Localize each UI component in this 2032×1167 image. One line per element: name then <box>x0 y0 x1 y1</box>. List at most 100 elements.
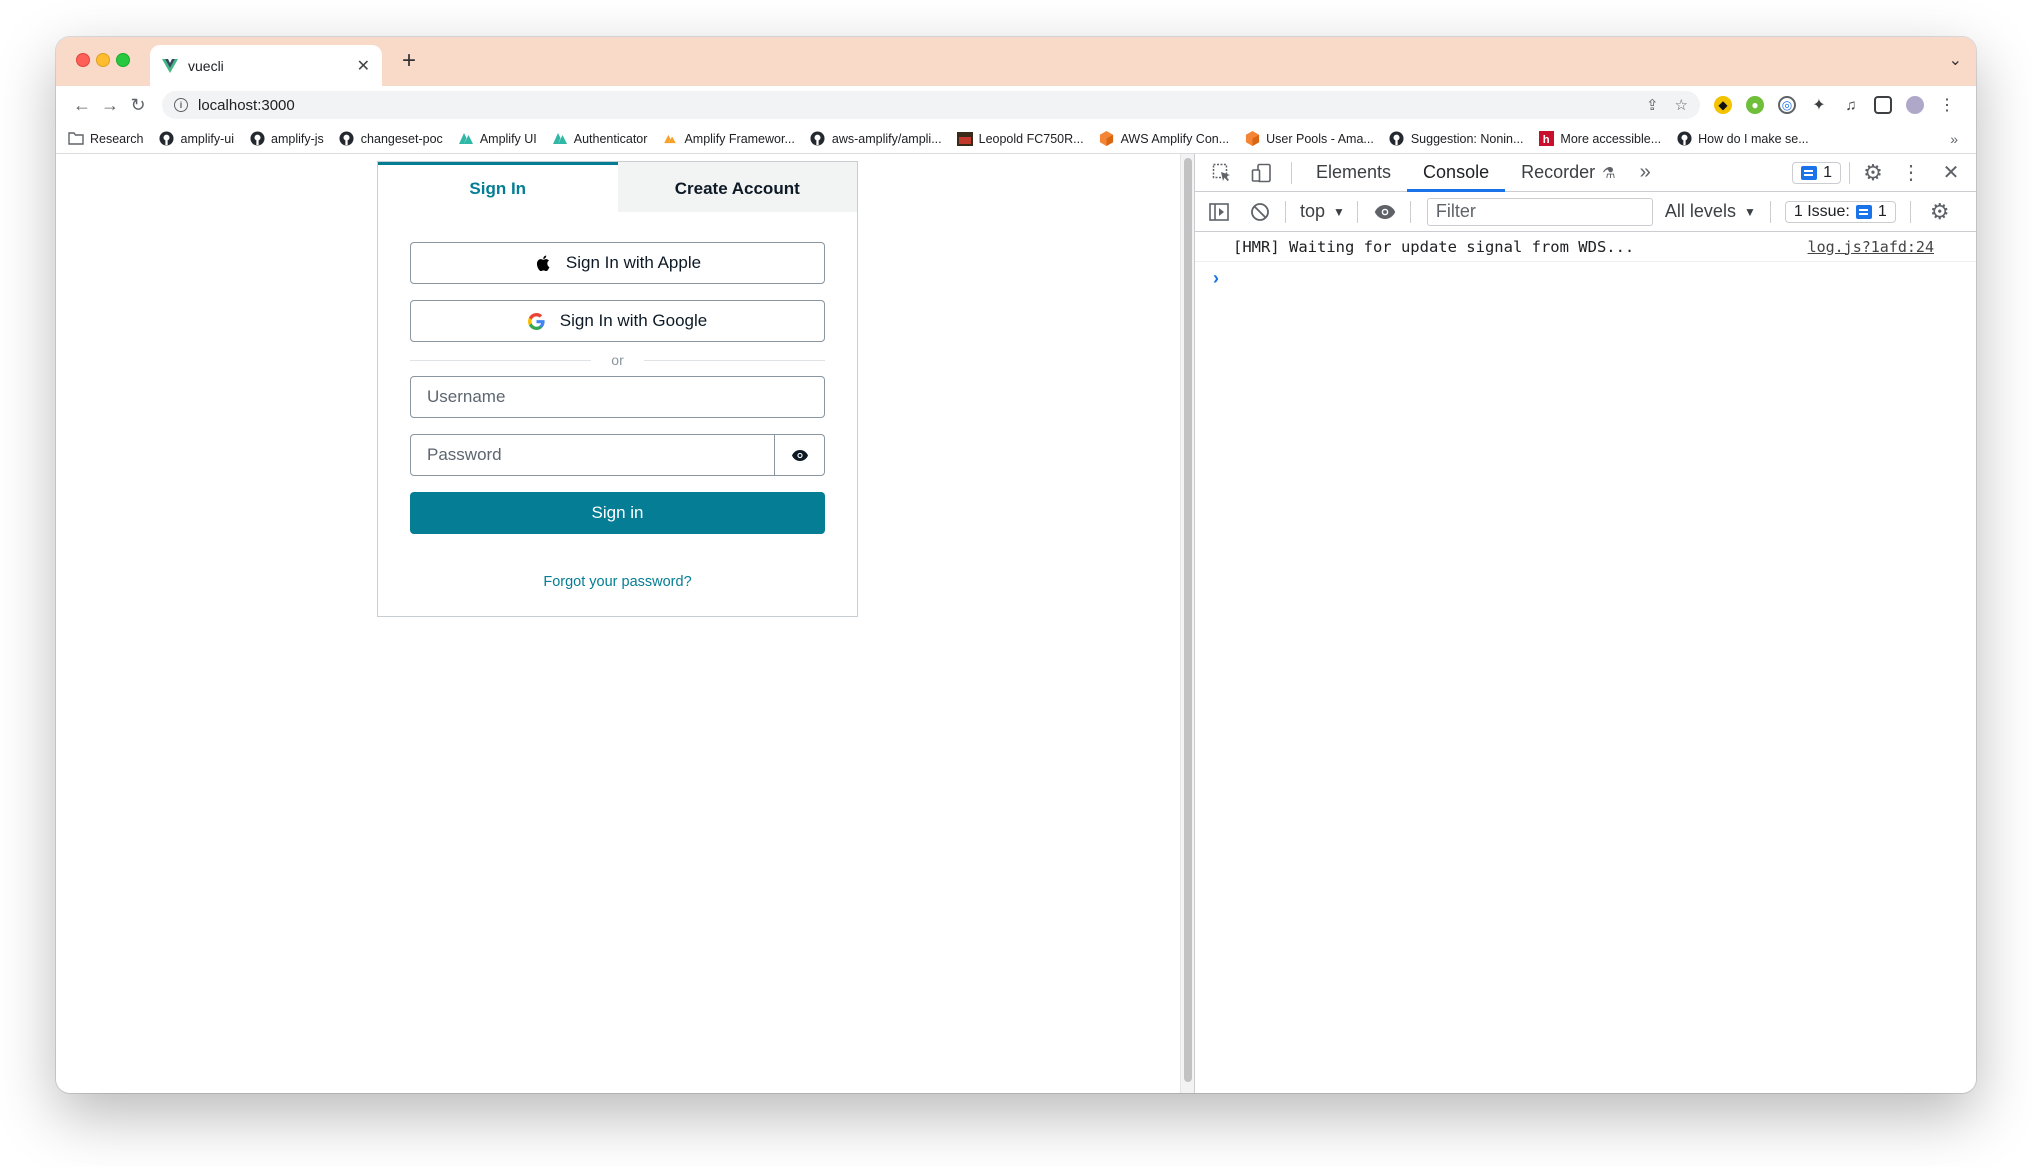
bookmark-label: Authenticator <box>573 131 648 146</box>
messages-badge[interactable]: 1 <box>1792 161 1841 184</box>
apple-button-label: Sign In with Apple <box>565 253 702 272</box>
context-value: top <box>1300 201 1326 221</box>
bookmark-item[interactable]: amplify-js <box>249 131 324 147</box>
toolbar-separator <box>1356 200 1358 223</box>
context-selector[interactable]: top ▼ <box>1300 201 1345 222</box>
device-toolbar-icon[interactable] <box>1249 163 1275 183</box>
vue-favicon-icon <box>162 58 178 73</box>
github-icon <box>1389 131 1405 147</box>
aws-cube-icon <box>1099 131 1115 147</box>
address-bar[interactable]: i localhost:3000 ⇪ ☆ <box>162 91 1700 119</box>
settings-gear-icon[interactable]: ⚙ <box>1858 160 1888 186</box>
content-area: Sign In Create Account Sign In with Appl… <box>56 154 1976 1093</box>
browser-tab[interactable]: vuecli ✕ <box>150 45 382 86</box>
web-page: Sign In Create Account Sign In with Appl… <box>56 154 1180 1093</box>
bookmark-label: Research <box>90 131 144 146</box>
sign-in-with-google-button[interactable]: Sign In with Google <box>410 300 825 342</box>
bookmark-item[interactable]: User Pools - Ama... <box>1244 131 1374 147</box>
filter-placeholder: Filter <box>1435 201 1476 221</box>
github-icon <box>1676 131 1692 147</box>
browser-menu-icon[interactable]: ⋮ <box>1938 96 1956 114</box>
bookmark-item[interactable]: Amplify Framewor... <box>662 131 795 147</box>
devtools-menu-icon[interactable]: ⋮ <box>1896 160 1926 185</box>
tab-recorder[interactable]: Recorder ⚗ <box>1505 154 1631 192</box>
forward-arrow-icon[interactable]: → <box>96 91 124 119</box>
console-prompt[interactable]: › <box>1195 268 1976 289</box>
bookmark-item[interactable]: AWS Amplify Con... <box>1099 131 1229 147</box>
issues-button[interactable]: 1 Issue: 1 <box>1784 200 1896 223</box>
bookmark-item[interactable]: h More accessible... <box>1538 131 1661 147</box>
extensions-puzzle-icon[interactable]: ✦ <box>1810 96 1828 114</box>
close-window-button[interactable] <box>76 53 90 67</box>
bookmark-item[interactable]: How do I make se... <box>1676 131 1809 147</box>
bookmark-label: amplify-ui <box>180 131 235 146</box>
tab-elements[interactable]: Elements <box>1300 154 1407 192</box>
username-input[interactable]: Username <box>410 376 825 418</box>
title-bar: vuecli ✕ + ⌄ <box>56 37 1976 86</box>
share-icon[interactable]: ⇪ <box>1646 96 1659 114</box>
show-password-button[interactable] <box>775 434 825 476</box>
inspect-element-icon[interactable] <box>1209 163 1235 183</box>
new-tab-button[interactable]: + <box>402 49 416 73</box>
extension-frog-icon[interactable]: ● <box>1746 96 1764 114</box>
console-filter-bar: top ▼ Filter All levels ▼ 1 Issue: 1 ⚙ <box>1195 192 1976 232</box>
bookmark-item[interactable]: Research <box>68 131 144 147</box>
dropdown-arrow-icon: ▼ <box>1333 204 1345 219</box>
browser-window: vuecli ✕ + ⌄ ← → ↻ i localhost:3000 ⇪ ☆ … <box>56 37 1976 1093</box>
bookmark-label: Suggestion: Nonin... <box>1410 131 1524 146</box>
bookmark-label: More accessible... <box>1560 131 1662 146</box>
divider-line <box>410 359 592 361</box>
toolbar-separator <box>1409 200 1411 223</box>
divider-line <box>643 359 826 361</box>
bookmark-item[interactable]: Authenticator <box>552 131 648 147</box>
issue-message-icon <box>1855 204 1872 219</box>
password-input[interactable]: Password <box>410 434 775 476</box>
tab-create-account[interactable]: Create Account <box>617 162 857 212</box>
close-devtools-icon[interactable]: ✕ <box>1936 160 1966 185</box>
site-info-icon[interactable]: i <box>174 98 188 112</box>
extension-shield-icon[interactable]: ◎ <box>1778 96 1796 114</box>
or-divider: or <box>410 352 826 368</box>
extensions-area: ◆ ● ◎ ✦ ♫ ⋮ <box>1714 96 1956 114</box>
bookmark-label: Amplify Framewor... <box>684 131 795 146</box>
console-source-link[interactable]: log.js?1afd:24 <box>1808 238 1934 256</box>
tab-close-icon[interactable]: ✕ <box>357 56 370 76</box>
scrollbar-thumb[interactable] <box>1184 158 1192 1082</box>
forgot-password-link[interactable]: Forgot your password? <box>410 574 825 590</box>
auth-form: Sign In with Apple Sign In with Google o… <box>378 242 857 590</box>
side-panel-icon[interactable] <box>1874 96 1892 114</box>
bookmark-label: User Pools - Ama... <box>1266 131 1374 146</box>
back-arrow-icon[interactable]: ← <box>68 91 96 119</box>
extension-honey-icon[interactable]: ◆ <box>1714 96 1732 114</box>
bookmark-star-icon[interactable]: ☆ <box>1675 96 1688 114</box>
toolbar-separator <box>1291 161 1292 184</box>
page-scrollbar[interactable] <box>1180 154 1194 1093</box>
clear-console-icon[interactable] <box>1249 202 1271 222</box>
live-expression-eye-icon[interactable] <box>1372 204 1398 219</box>
bookmark-item[interactable]: changeset-poc <box>339 131 443 147</box>
tab-sign-in[interactable]: Sign In <box>378 162 618 212</box>
sign-in-button[interactable]: Sign in <box>410 492 825 534</box>
console-settings-gear-icon[interactable]: ⚙ <box>1925 199 1955 225</box>
bookmark-item[interactable]: aws-amplify/ampli... <box>810 131 942 147</box>
more-tabs-icon[interactable]: » <box>1640 161 1651 184</box>
bookmark-item[interactable]: amplify-ui <box>159 131 235 147</box>
sidebar-toggle-icon[interactable] <box>1207 202 1231 221</box>
tab-search-chevron-icon[interactable]: ⌄ <box>1949 50 1962 70</box>
log-levels-dropdown[interactable]: All levels ▼ <box>1665 201 1756 222</box>
tab-console[interactable]: Console <box>1407 154 1506 192</box>
profile-avatar[interactable] <box>1906 96 1924 114</box>
bookmark-item[interactable]: Amplify UI <box>458 131 537 147</box>
amplify-icon <box>458 131 474 147</box>
bookmarks-overflow-icon[interactable]: » <box>1950 131 1958 147</box>
reload-icon[interactable]: ↻ <box>124 91 152 119</box>
zoom-window-button[interactable] <box>116 53 130 67</box>
bookmark-item[interactable]: Suggestion: Nonin... <box>1389 131 1524 147</box>
dropdown-arrow-icon: ▼ <box>1743 204 1756 219</box>
minimize-window-button[interactable] <box>96 53 110 67</box>
bookmark-item[interactable]: Leopold FC750R... <box>956 131 1084 147</box>
media-control-icon[interactable]: ♫ <box>1842 96 1860 114</box>
sign-in-with-apple-button[interactable]: Sign In with Apple <box>410 242 825 284</box>
console-filter-input[interactable]: Filter <box>1426 197 1653 226</box>
bookmark-label: aws-amplify/ampli... <box>831 131 942 146</box>
